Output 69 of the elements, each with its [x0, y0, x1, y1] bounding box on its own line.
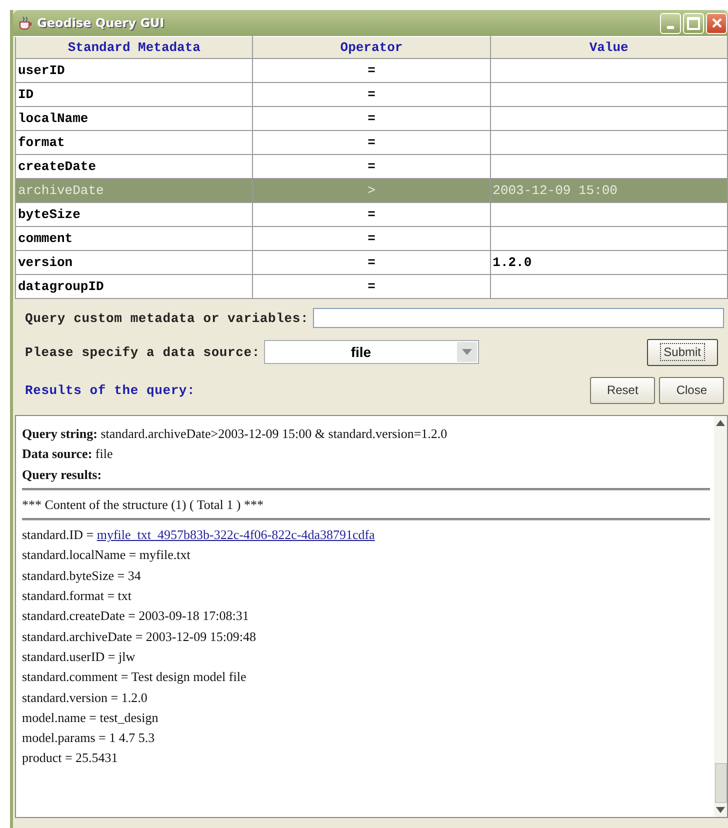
table-cell: version [18, 255, 73, 270]
table-row[interactable]: userID = [16, 58, 728, 82]
result-line: standard.localName = myfile.txt [22, 546, 192, 564]
custom-query-label: Query custom metadata or variables: [25, 310, 309, 326]
result-line: standard.createDate = 2003-09-18 17:08:31 [22, 607, 250, 626]
table-cell: comment [18, 231, 73, 246]
structure-title: *** Content of the structure (1) ( Total 1 ) *** [22, 496, 264, 514]
table-row[interactable]: comment = [16, 226, 728, 250]
table-cell: > [368, 183, 376, 198]
result-line: product = 25.5431 [22, 749, 119, 768]
result-line: Query results: [22, 466, 103, 484]
maximize-button[interactable] [683, 12, 704, 34]
table-cell: format [18, 135, 65, 150]
column-header[interactable]: Value [490, 36, 728, 58]
data-source-label: Please specify a data source: [25, 344, 260, 360]
id-link[interactable]: myfile_txt_4957b83b-322c-4f06-822c-4da38791cdfa [96, 527, 375, 542]
table-cell: 2003-12-09 15:00 [492, 183, 618, 198]
table-row[interactable]: format = [16, 130, 728, 154]
reset-button[interactable]: Reset [590, 376, 656, 404]
table-cell: createDate [18, 159, 96, 174]
scroll-thumb[interactable] [714, 763, 726, 803]
table-row[interactable]: localName = [16, 106, 728, 130]
table-cell: = [368, 159, 376, 174]
close-button[interactable] [706, 12, 727, 34]
table-cell: = [368, 111, 376, 126]
result-line: standard.userID = jlw [22, 648, 136, 666]
result-line: standard.version = 1.2.0 [22, 688, 148, 707]
table-row[interactable]: ID = [16, 82, 728, 106]
results-label: Results of the query: [25, 382, 196, 398]
table-cell: datagroupID [18, 279, 104, 294]
table-cell: = [368, 87, 376, 102]
data-source-dropdown[interactable]: file [264, 340, 479, 364]
table-cell: = [368, 279, 376, 294]
result-line: model.name = test_design [22, 708, 160, 727]
caret-icon [462, 349, 472, 355]
column-header[interactable]: Operator [252, 36, 490, 58]
table-cell: localName [18, 111, 88, 126]
result-line: standard.format = txt [22, 587, 132, 606]
scroll-up-icon[interactable] [716, 420, 725, 426]
table-cell: ID [18, 87, 34, 102]
result-line: standard.ID = [22, 527, 95, 542]
custom-query-field[interactable] [312, 308, 724, 328]
column-header[interactable]: Standard Metadata [16, 36, 253, 58]
table-cell: archiveDate [18, 183, 104, 198]
table-cell: = [368, 231, 376, 246]
scroll-down-icon[interactable] [716, 807, 725, 813]
table-row[interactable]: byteSize = [16, 202, 728, 226]
result-line: Query string: standard.archiveDate>2003-12-09 15:00 & standard.version=1.2.0 [22, 425, 448, 443]
table-row[interactable]: datagroupID = [16, 274, 728, 298]
result-line: standard.byteSize = 34 [22, 566, 142, 585]
table-cell: 1.2.0 [492, 255, 532, 270]
close-icon [710, 17, 722, 29]
table-cell: = [368, 135, 376, 150]
submit-button[interactable]: Submit [646, 338, 718, 366]
result-line: model.params = 1 4.7 5.3 [22, 729, 156, 748]
table-cell: userID [18, 63, 65, 78]
result-line: standard.comment = Test design model file [22, 668, 248, 686]
table-cell: byteSize [18, 207, 80, 222]
table-cell: = [368, 207, 376, 222]
scrollbar[interactable] [714, 416, 727, 817]
table-cell: = [368, 63, 376, 78]
table-cell: = [368, 255, 376, 270]
window-title: Geodise Query GUI [37, 16, 164, 30]
table-row[interactable]: version = 1.2.0 [16, 250, 728, 274]
close-button[interactable]: Close [659, 376, 724, 404]
result-line: standard.archiveDate = 2003-12-09 15:09:48 [22, 628, 258, 646]
result-line: Data source: file [22, 445, 114, 464]
cup-icon [17, 15, 33, 31]
minimize-button[interactable] [660, 12, 681, 34]
